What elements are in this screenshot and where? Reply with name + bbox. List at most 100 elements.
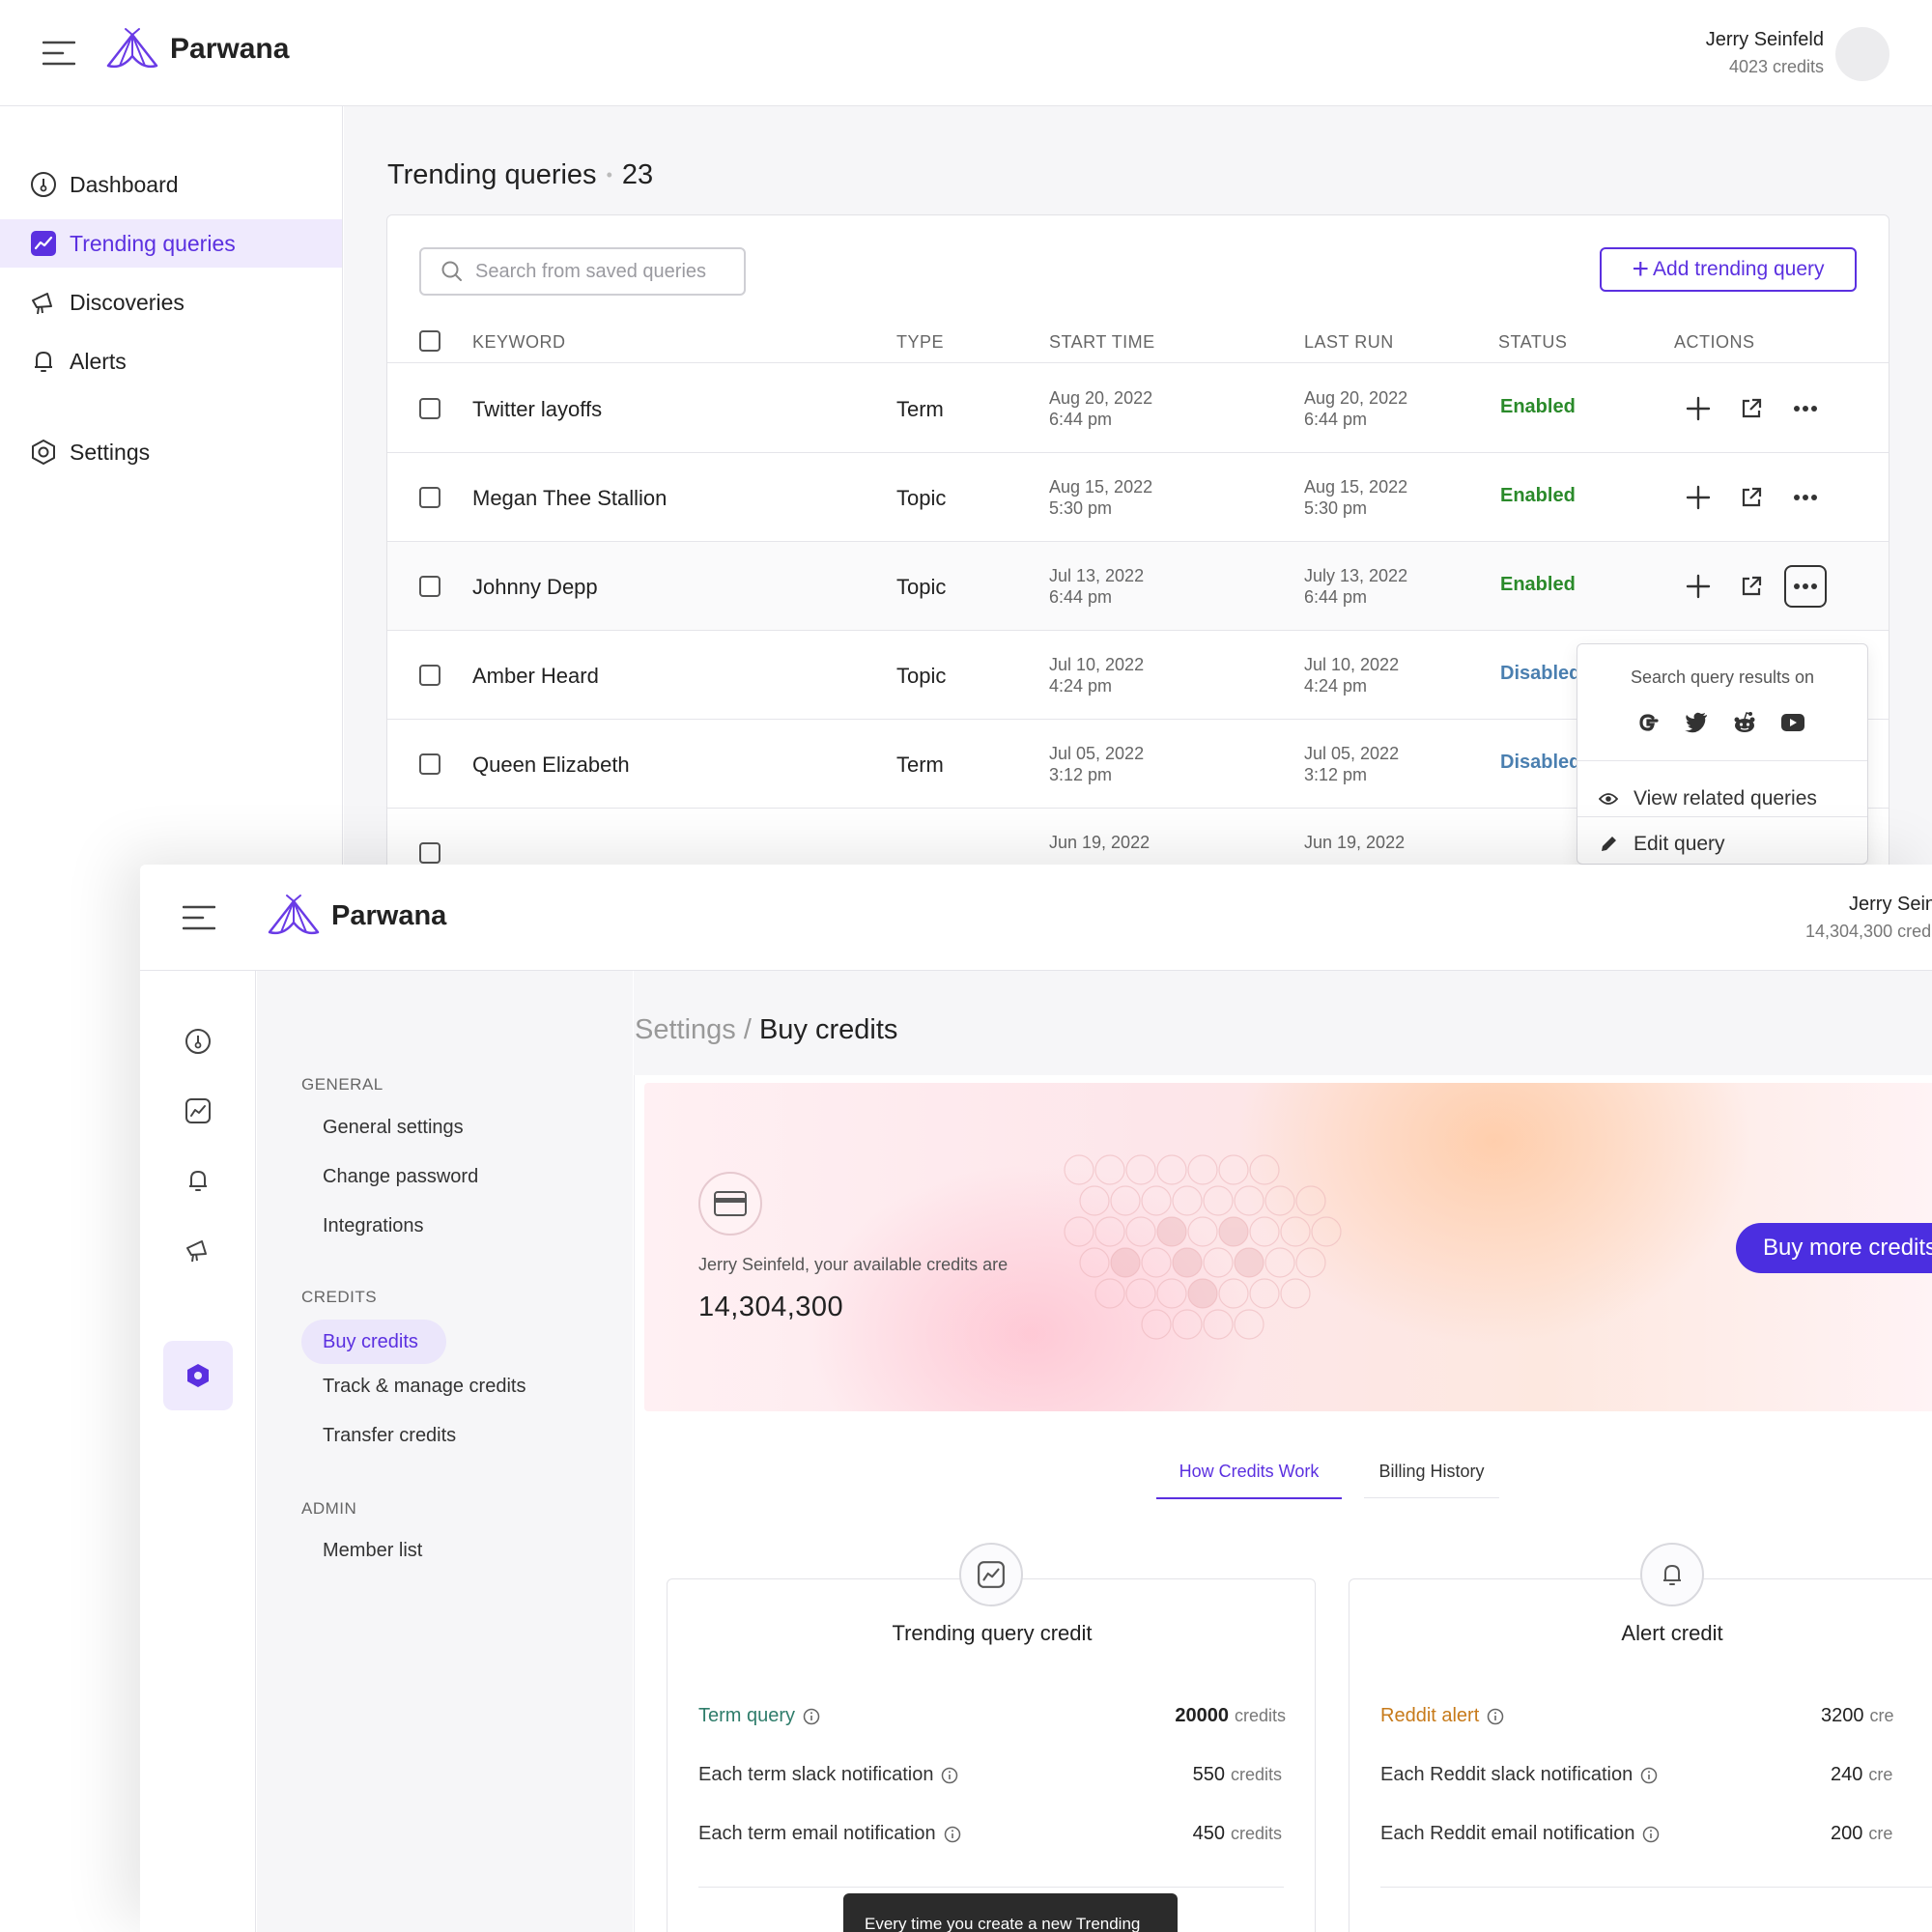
column-header-type[interactable]: TYPE: [896, 332, 944, 353]
search-input[interactable]: [475, 260, 736, 283]
credits-card: Jerry Seinfeld, your available credits a…: [634, 1075, 1932, 1932]
row-checkbox[interactable]: [419, 753, 440, 775]
select-all-checkbox[interactable]: [419, 330, 440, 352]
view-related-queries-item[interactable]: View related queries: [1599, 787, 1817, 810]
info-icon[interactable]: [1640, 1767, 1658, 1784]
megaphone-icon: [29, 288, 58, 317]
start-time-cell: Jul 05, 2022 3:12 pm: [1049, 743, 1144, 785]
info-icon[interactable]: [944, 1826, 961, 1843]
reddit-icon[interactable]: [1730, 708, 1759, 737]
edit-query-item[interactable]: Edit query: [1599, 833, 1725, 856]
add-action-plus-icon[interactable]: [1681, 569, 1716, 604]
settings-hexagon-icon[interactable]: [163, 1341, 233, 1410]
decorative-dot-pattern: [1064, 1154, 1342, 1340]
divider: [1380, 1887, 1932, 1888]
dashboard-gauge-icon: [29, 170, 58, 199]
credit-unit: cre: [1868, 1824, 1893, 1843]
submenu-item-track-manage-credits[interactable]: Track & manage credits: [323, 1376, 526, 1398]
add-action-plus-icon[interactable]: [1681, 480, 1716, 515]
sidebar: Dashboard Trending queries Discoveries A…: [0, 106, 343, 865]
add-trending-query-button[interactable]: + Add trending query: [1600, 247, 1857, 292]
more-options-icon[interactable]: [1784, 565, 1827, 608]
column-header-start-time[interactable]: START TIME: [1049, 332, 1155, 353]
buy-more-credits-button[interactable]: Buy more credits: [1736, 1223, 1932, 1273]
more-options-icon[interactable]: [1788, 480, 1823, 515]
info-icon[interactable]: [1487, 1708, 1504, 1725]
sidebar-item-alerts[interactable]: Alerts: [0, 337, 342, 385]
info-icon[interactable]: [1642, 1826, 1660, 1843]
platform-icons: [1634, 708, 1827, 737]
submenu-item-buy-credits[interactable]: Buy credits: [301, 1320, 446, 1364]
sidebar-item-discoveries[interactable]: Discoveries: [0, 278, 342, 327]
table-row[interactable]: Twitter layoffs Term Aug 20, 2022 6:44 p…: [387, 364, 1889, 453]
trending-chart-icon[interactable]: [182, 1094, 214, 1127]
search-box[interactable]: [419, 247, 746, 296]
bell-icon: [1640, 1543, 1704, 1606]
pencil-icon: [1599, 835, 1622, 854]
start-time-cell: Aug 20, 2022 6:44 pm: [1049, 387, 1152, 430]
row-checkbox[interactable]: [419, 487, 440, 508]
submenu-item-integrations[interactable]: Integrations: [323, 1215, 424, 1237]
row-checkbox[interactable]: [419, 398, 440, 419]
sidebar-item-settings[interactable]: Settings: [0, 428, 342, 476]
open-external-icon[interactable]: [1734, 569, 1769, 604]
brand-logo[interactable]: Parwana: [104, 27, 289, 71]
open-external-icon[interactable]: [1734, 391, 1769, 426]
hamburger-menu-icon[interactable]: [183, 905, 215, 930]
start-time-cell: Jun 19, 2022: [1049, 832, 1150, 853]
row-checkbox[interactable]: [419, 576, 440, 597]
submenu-item-transfer-credits[interactable]: Transfer credits: [323, 1425, 456, 1447]
info-icon[interactable]: [941, 1767, 958, 1784]
bell-icon[interactable]: [182, 1164, 214, 1197]
sidebar-item-trending-queries[interactable]: Trending queries: [0, 219, 342, 268]
submenu-item-change-password[interactable]: Change password: [323, 1166, 478, 1188]
submenu-item-general-settings[interactable]: General settings: [323, 1117, 464, 1139]
trending-chart-icon: [959, 1543, 1023, 1606]
settings-hexagon-icon: [29, 438, 58, 467]
last-run-cell: Aug 15, 2022 5:30 pm: [1304, 476, 1407, 519]
open-external-icon[interactable]: [1734, 480, 1769, 515]
user-info[interactable]: Jerry Seinfeld 4023 credits: [1706, 29, 1824, 77]
start-date: Aug 15, 2022: [1049, 477, 1153, 497]
info-icon[interactable]: [803, 1708, 820, 1725]
tab-billing-history[interactable]: Billing History: [1364, 1462, 1499, 1498]
row-label: Each Reddit email notification: [1380, 1823, 1635, 1844]
google-icon[interactable]: [1634, 708, 1662, 737]
reddit-slack-value: 240 cre: [1831, 1764, 1892, 1786]
add-action-plus-icon[interactable]: [1681, 391, 1716, 426]
reddit-alert-row: Reddit alert: [1380, 1705, 1504, 1727]
table-row[interactable]: Johnny Depp Topic Jul 13, 2022 6:44 pm J…: [387, 542, 1889, 631]
column-header-status[interactable]: STATUS: [1498, 332, 1567, 353]
row-label: Each term slack notification: [698, 1764, 934, 1785]
row-checkbox[interactable]: [419, 842, 440, 864]
alert-credit-card: Alert credit Reddit alert 3200 cre Each R…: [1349, 1543, 1932, 1932]
column-header-last-run[interactable]: LAST RUN: [1304, 332, 1394, 353]
submenu-item-member-list[interactable]: Member list: [323, 1540, 422, 1562]
start-time: 5:30 pm: [1049, 498, 1113, 518]
reddit-slack-row: Each Reddit slack notification: [1380, 1764, 1658, 1786]
section-heading-general: GENERAL: [301, 1075, 384, 1094]
reddit-alert-value: 3200 cre: [1821, 1705, 1894, 1727]
table-row[interactable]: Megan Thee Stallion Topic Aug 15, 2022 5…: [387, 453, 1889, 542]
avatar[interactable]: [1835, 27, 1889, 81]
twitter-icon[interactable]: [1682, 708, 1711, 737]
card-title: Alert credit: [1621, 1621, 1723, 1645]
brand-logo[interactable]: Parwana: [266, 894, 446, 938]
dashboard-gauge-icon[interactable]: [182, 1025, 214, 1058]
keyword-cell: Queen Elizabeth: [472, 753, 630, 777]
megaphone-icon[interactable]: [182, 1234, 214, 1266]
breadcrumb-parent[interactable]: Settings /: [635, 1014, 752, 1045]
column-header-keyword[interactable]: KEYWORD: [472, 332, 566, 353]
type-cell: Topic: [896, 664, 947, 688]
last-run-cell: Jun 19, 2022: [1304, 832, 1405, 853]
row-checkbox[interactable]: [419, 665, 440, 686]
term-email-value: 450 credits: [1193, 1823, 1282, 1845]
user-info[interactable]: Jerry Seinfeld 14,304,300 credits: [1805, 894, 1932, 942]
hamburger-menu-icon[interactable]: [43, 41, 75, 66]
start-time-cell: Jul 13, 2022 6:44 pm: [1049, 565, 1144, 608]
tab-how-credits-work[interactable]: How Credits Work: [1156, 1462, 1342, 1499]
row-label: Reddit alert: [1380, 1705, 1480, 1726]
youtube-icon[interactable]: [1778, 708, 1807, 737]
sidebar-item-dashboard[interactable]: Dashboard: [0, 160, 342, 209]
more-options-icon[interactable]: [1788, 391, 1823, 426]
